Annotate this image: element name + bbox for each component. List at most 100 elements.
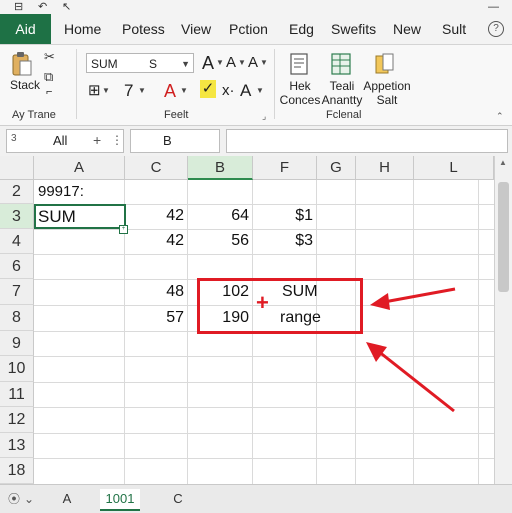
teali-button[interactable]: Teali Anantty [318, 79, 366, 107]
appetion-label-line1: Appetion [363, 79, 411, 93]
grid-line [478, 180, 479, 484]
active-cell-border [34, 204, 126, 229]
group-label-font: Feelt [164, 109, 189, 121]
undo-icon[interactable]: ↶ [38, 0, 47, 14]
cell-b3[interactable]: 64 [188, 207, 249, 225]
column-header-l[interactable]: L [414, 156, 494, 180]
arrow-lower-icon [366, 342, 455, 413]
sheet-tab-1001[interactable]: 1001 [100, 489, 140, 511]
minimize-icon[interactable]: — [488, 0, 499, 14]
fill-handle-icon[interactable]: + [119, 225, 128, 234]
chevron-down-icon: ▼ [138, 86, 146, 95]
document-icon[interactable] [286, 51, 312, 79]
text-color-icon[interactable]: A [164, 81, 176, 101]
name-box[interactable]: 3 All + ⋮ [6, 129, 124, 153]
cell-c7[interactable]: 48 [125, 283, 184, 301]
case-icon[interactable]: A [240, 81, 251, 101]
clear-format-icon[interactable]: x· [222, 81, 235, 101]
cell-b4[interactable]: 56 [188, 232, 249, 250]
select-all-corner[interactable] [0, 156, 34, 180]
menu-sult[interactable]: Sult [442, 14, 466, 44]
formula-input[interactable] [226, 129, 508, 153]
paste-icon[interactable] [11, 51, 33, 77]
cell-c3[interactable]: 42 [125, 207, 184, 225]
teali-label-line1: Teali [329, 79, 355, 93]
collapse-ribbon-icon[interactable]: ⌃ [496, 111, 504, 122]
row-header-7[interactable]: 7 [0, 279, 34, 305]
file-tab[interactable]: Aid [0, 14, 51, 44]
menu-edg[interactable]: Edg [289, 14, 314, 44]
copy-icon[interactable]: ⧉ [44, 69, 53, 85]
app-icon[interactable] [372, 51, 398, 79]
column-header-f[interactable]: F [253, 156, 317, 180]
cell-f4[interactable]: $3 [253, 232, 313, 250]
row-header-9[interactable]: 9 [0, 331, 34, 356]
more-icon[interactable]: ⋮ [111, 133, 123, 147]
column-header-c[interactable]: C [125, 156, 188, 180]
grid-line [187, 180, 188, 484]
highlight-check-icon[interactable]: ✓ [200, 80, 216, 98]
group-label-fclenal: Fclenal [326, 109, 362, 121]
menu-home[interactable]: Home [64, 14, 101, 44]
name-box-value: All [53, 133, 68, 148]
plus-icon[interactable]: + [93, 132, 101, 148]
menu-view[interactable]: View [181, 14, 211, 44]
redo-icon[interactable]: ↖ [62, 0, 71, 14]
tab-nav-icon[interactable]: ⦿ [8, 489, 20, 509]
row-header-13[interactable]: 13 [0, 433, 34, 458]
row-header-11[interactable]: 11 [0, 382, 34, 407]
borders-icon[interactable]: ⊞ [88, 81, 101, 101]
chevron-down-icon: ▼ [180, 86, 188, 95]
menu-new[interactable]: New [393, 14, 421, 44]
appetion-button[interactable]: Appetion Salt [360, 79, 414, 107]
chevron-down-icon: ▼ [238, 58, 246, 67]
row-header-10[interactable]: 10 [0, 356, 34, 382]
group-divider [274, 49, 275, 119]
cell-c4[interactable]: 42 [125, 232, 184, 250]
save-icon[interactable]: ⊟ [14, 0, 23, 14]
shrink-font-icon[interactable]: A [226, 53, 236, 73]
format-painter-icon[interactable]: ⌐ [46, 86, 52, 98]
column-header-g[interactable]: G [317, 156, 356, 180]
row-header-3[interactable]: 3 [0, 204, 34, 229]
stack-button-label[interactable]: Stack [10, 78, 40, 92]
cell-a2[interactable]: 99917: [38, 183, 84, 200]
font-color-icon[interactable]: A [248, 53, 258, 73]
menu-bar: Aid Home Potess View Pction Edg Swefits … [0, 14, 512, 45]
help-icon[interactable]: ? [488, 21, 504, 37]
plus-annotation: + [256, 290, 269, 315]
row-header-8[interactable]: 8 [0, 305, 34, 331]
group-label-clipboard: Ay Trane [12, 109, 56, 121]
row-header-12[interactable]: 12 [0, 407, 34, 433]
row-header-4[interactable]: 4 [0, 229, 34, 254]
grow-font-icon[interactable]: A [202, 53, 214, 73]
menu-pction[interactable]: Pction [229, 14, 268, 44]
column-header-b[interactable]: B [188, 156, 253, 180]
font-name-select[interactable]: SUM S ▼ [86, 53, 194, 73]
dialog-launcher-icon[interactable]: ⌟ [262, 111, 266, 122]
row-header-18[interactable]: 18 [0, 458, 34, 484]
sheet-tab-a[interactable]: A [36, 489, 98, 509]
column-header-a[interactable]: A [34, 156, 125, 180]
menu-potess[interactable]: Potess [122, 14, 165, 44]
highlight-box [197, 278, 363, 334]
cell-c8[interactable]: 57 [125, 309, 184, 327]
fill-color-icon[interactable]: 7 [124, 81, 133, 101]
scroll-up-icon[interactable]: ▲ [499, 158, 507, 167]
scroll-thumb[interactable] [498, 182, 509, 292]
hek-button[interactable]: Hek Conces [279, 79, 321, 107]
grid-line [34, 229, 494, 230]
column-header-h[interactable]: H [356, 156, 414, 180]
name-box-marker-icon: 3 [11, 133, 17, 144]
row-header-2[interactable]: 2 [0, 180, 34, 204]
tab-scroll-icon[interactable]: ⌄ [24, 489, 34, 509]
vertical-scrollbar[interactable]: ▲ [494, 156, 512, 484]
row-header-6[interactable]: 6 [0, 254, 34, 279]
sheet-tab-c[interactable]: C [142, 489, 214, 509]
menu-swefits[interactable]: Swefits [331, 14, 376, 44]
sheet-tab-bar: ⦿ ⌄ A 1001 C [0, 484, 512, 513]
table-icon[interactable] [328, 51, 354, 79]
cell-f3[interactable]: $1 [253, 207, 313, 225]
cut-icon[interactable]: ✂ [44, 49, 55, 65]
font-name-value: SUM [91, 57, 118, 71]
